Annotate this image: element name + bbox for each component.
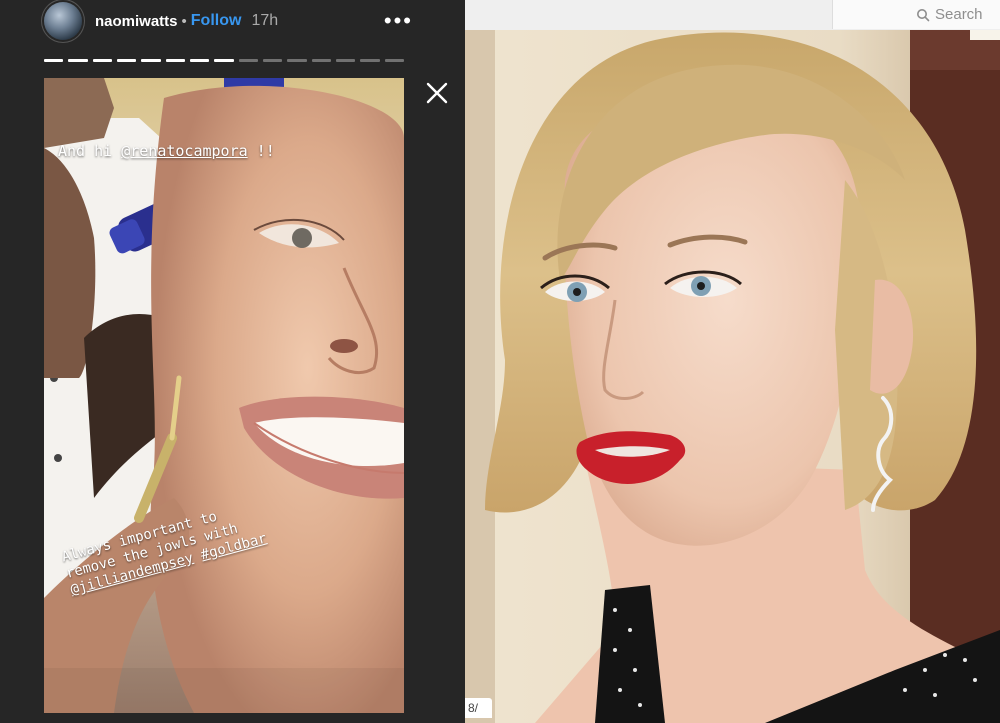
page-counter: 8/ [465, 698, 492, 718]
caption-top-prefix: And hi [58, 142, 122, 160]
close-icon[interactable] [424, 80, 450, 106]
browser-topbar: Search [465, 0, 1000, 31]
progress-segment [116, 59, 137, 62]
progress-segment [335, 59, 356, 62]
avatar[interactable] [44, 2, 82, 40]
progress-segment [262, 59, 283, 62]
progress-segment [311, 59, 331, 62]
story-caption-top: And hi @renatocampora !! [58, 142, 275, 160]
progress-segment [360, 59, 380, 62]
progress-segment [214, 59, 234, 62]
progress-segment [238, 59, 258, 62]
username[interactable]: naomiwatts [95, 13, 178, 30]
progress-segment [92, 59, 112, 62]
progress-segment [141, 59, 161, 62]
story-photo [44, 78, 404, 713]
follow-button[interactable]: Follow [191, 12, 242, 30]
progress-segment [384, 59, 404, 62]
portrait-photo [465, 30, 1000, 723]
search-input[interactable]: Search [832, 0, 1000, 29]
story-viewer: naomiwatts • Follow 17h ••• And hi @rena… [0, 0, 465, 723]
progress-segment [189, 59, 210, 62]
story-progress-bar [44, 59, 404, 62]
story-timestamp: 17h [251, 12, 279, 29]
progress-segment [68, 59, 88, 62]
separator-dot: • [181, 12, 187, 30]
progress-segment [44, 59, 64, 62]
story-media[interactable]: And hi @renatocampora !! Always importan… [44, 78, 404, 713]
progress-segment [287, 59, 307, 62]
search-icon [917, 8, 930, 21]
portrait-panel: Search 8/ [465, 0, 1000, 723]
caption-top-suffix: !! [247, 142, 275, 160]
more-options-icon[interactable]: ••• [384, 8, 413, 34]
progress-segment [165, 59, 185, 62]
search-placeholder: Search [935, 6, 983, 23]
mention-link[interactable]: @renatocampora [121, 142, 247, 160]
